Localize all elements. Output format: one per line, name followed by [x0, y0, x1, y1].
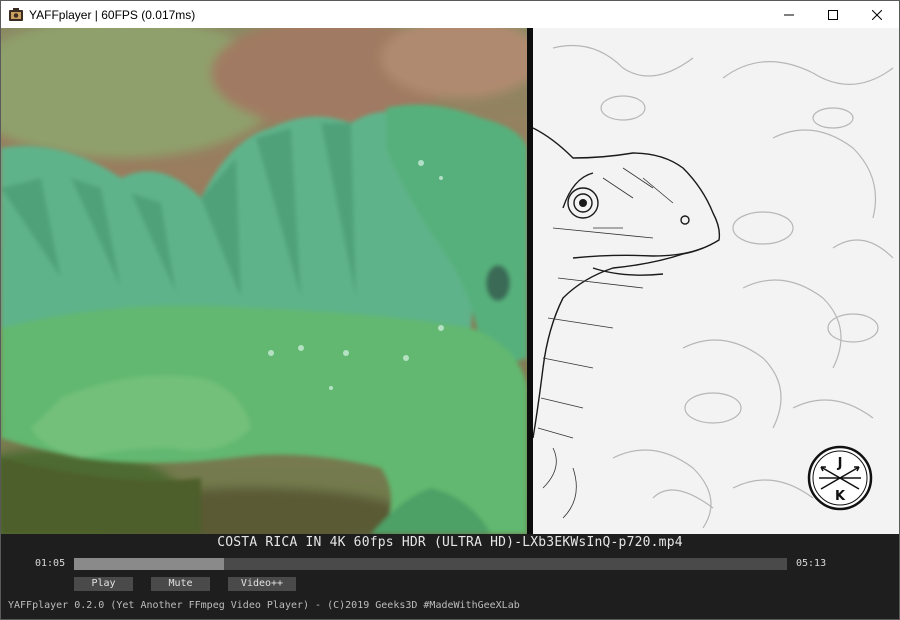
- close-icon: [872, 9, 882, 20]
- play-button[interactable]: Play: [74, 577, 133, 591]
- footer-credits: YAFFplayer 0.2.0 (Yet Another FFmpeg Vid…: [8, 600, 520, 611]
- title-bar[interactable]: YAFFplayer | 60FPS (0.017ms): [1, 1, 899, 28]
- window-controls: [767, 1, 899, 28]
- seek-bar-progress: [74, 558, 224, 570]
- app-icon: [8, 7, 24, 23]
- video-effect-button[interactable]: Video++: [228, 577, 296, 591]
- mute-button[interactable]: Mute: [151, 577, 210, 591]
- total-time: 05:13: [796, 558, 827, 569]
- window-title: YAFFplayer | 60FPS (0.017ms): [29, 7, 196, 22]
- video-viewport[interactable]: J K: [1, 28, 899, 534]
- badge-letter-k: K: [835, 489, 846, 504]
- badge-letter-j: J: [837, 456, 843, 471]
- current-time: 01:05: [35, 558, 66, 569]
- file-title: COSTA RICA IN 4K 60fps HDR (ULTRA HD)-LX…: [217, 535, 683, 550]
- minimize-button[interactable]: [767, 1, 811, 28]
- player-control-panel: COSTA RICA IN 4K 60fps HDR (ULTRA HD)-LX…: [1, 534, 899, 619]
- seek-bar[interactable]: [74, 558, 787, 570]
- video-frame-original: [1, 28, 527, 534]
- close-button[interactable]: [855, 1, 899, 28]
- jk-logo-badge: J K: [807, 445, 873, 511]
- maximize-button[interactable]: [811, 1, 855, 28]
- app-window: YAFFplayer | 60FPS (0.017ms) J K COSTA R…: [0, 0, 900, 620]
- minimize-icon: [784, 14, 794, 15]
- maximize-icon: [828, 9, 838, 20]
